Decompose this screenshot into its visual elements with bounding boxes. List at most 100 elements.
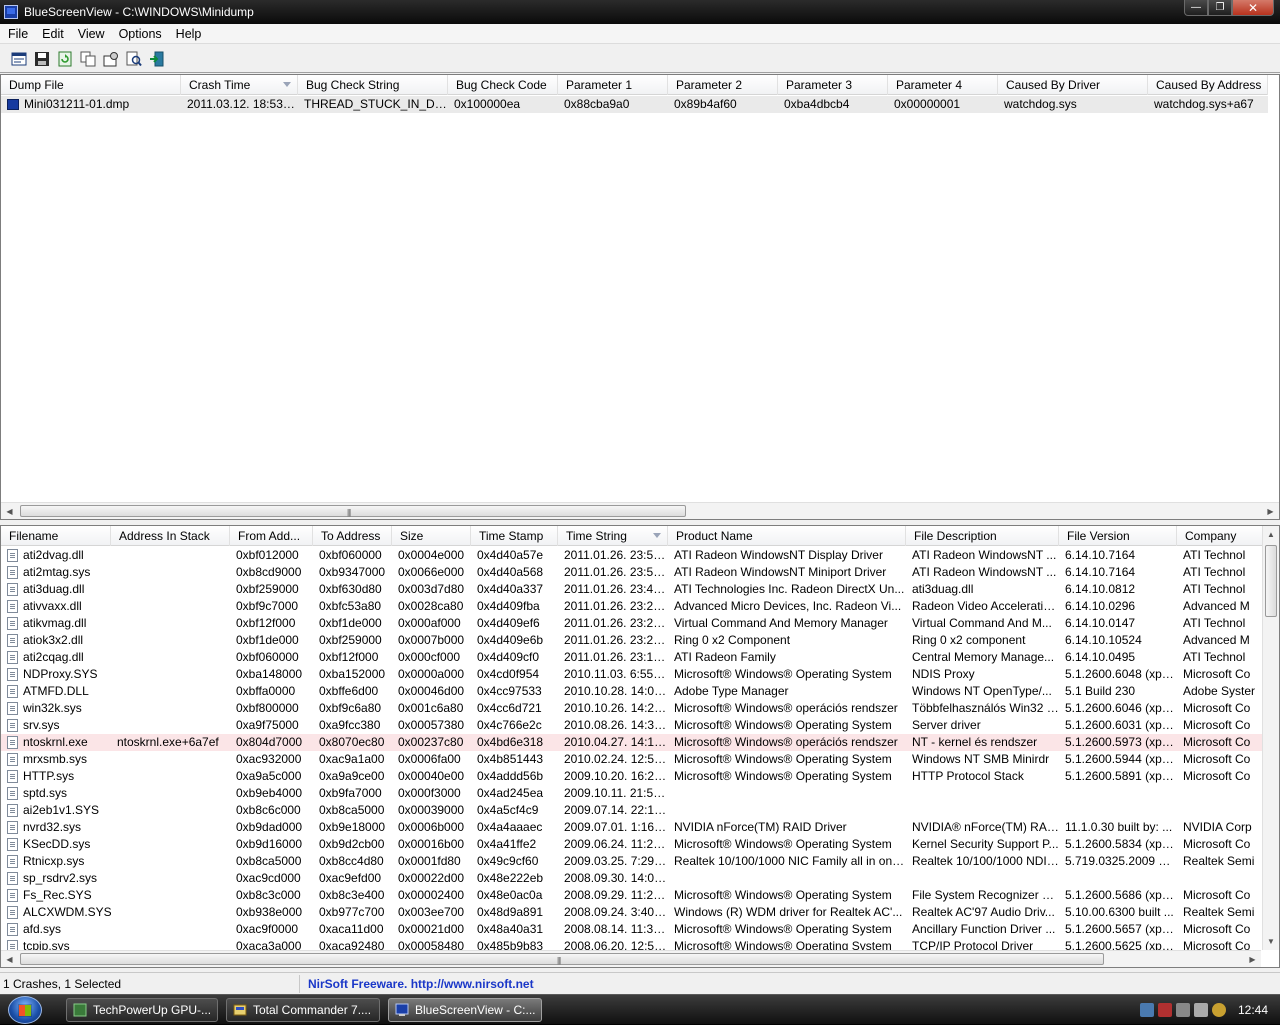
- column-header-product-name[interactable]: Product Name: [668, 526, 906, 546]
- safely-remove-icon[interactable]: [1175, 1003, 1190, 1017]
- table-row[interactable]: afd.sys 0xac9f0000 0xaca11d00 0x00021d00 0x4…: [1, 921, 1267, 938]
- antivirus-icon[interactable]: [1211, 1003, 1226, 1017]
- table-row[interactable]: atiok3x2.dll 0xbf1de000 0xbf259000 0x0007b0…: [1, 632, 1267, 649]
- cell-text: 0xbf060000: [319, 548, 382, 562]
- cell-from-add: 0xbf259000: [230, 581, 313, 598]
- cell-text: Windows NT OpenType/...: [912, 684, 1052, 698]
- refresh-button[interactable]: [54, 48, 76, 70]
- column-header-dump-file[interactable]: Dump File: [1, 75, 181, 95]
- driver-file-icon: [7, 804, 18, 817]
- table-row[interactable]: ati2mtag.sys 0xb8cd9000 0xb9347000 0x0066e0…: [1, 564, 1267, 581]
- task-total-commander[interactable]: Total Commander 7....: [226, 998, 380, 1022]
- column-header-from-add[interactable]: From Add...: [230, 526, 313, 546]
- menu-view[interactable]: View: [70, 27, 111, 41]
- table-row[interactable]: mrxsmb.sys 0xac932000 0xac9a1a00 0x0006fa00…: [1, 751, 1267, 768]
- column-header-time-string[interactable]: Time String: [558, 526, 668, 546]
- cell-to-address: 0xb8cc4d80: [313, 853, 392, 870]
- volume-icon[interactable]: [1193, 1003, 1208, 1017]
- column-header-parameter-2[interactable]: Parameter 2: [668, 75, 778, 95]
- driver-list-hscroll-thumb[interactable]: |||: [20, 953, 1104, 965]
- copy-button[interactable]: [77, 48, 99, 70]
- scroll-right-icon[interactable]: ▶: [1262, 503, 1279, 519]
- start-button[interactable]: [8, 996, 42, 1024]
- table-row[interactable]: KSecDD.sys 0xb9d16000 0xb9d2cb00 0x00016b00…: [1, 836, 1267, 853]
- table-row[interactable]: ativvaxx.dll 0xbf9c7000 0xbfc53a80 0x0028ca…: [1, 598, 1267, 615]
- column-header-company[interactable]: Company: [1177, 526, 1267, 546]
- driver-list-hscrollbar[interactable]: ◀ ||| ▶: [1, 950, 1261, 967]
- table-row[interactable]: Rtnicxp.sys 0xb8ca5000 0xb8cc4d80 0x0001fd8…: [1, 853, 1267, 870]
- table-row[interactable]: Mini031211-01.dmp 2011.03.12. 18:53:08 THR…: [1, 96, 1268, 113]
- task-techpowerup[interactable]: TechPowerUp GPU-...: [66, 998, 218, 1022]
- menu-options[interactable]: Options: [111, 27, 168, 41]
- advanced-options-button[interactable]: [100, 48, 122, 70]
- driver-list-vscrollbar[interactable]: ▲ ▼: [1262, 526, 1279, 950]
- table-row[interactable]: ATMFD.DLL 0xbffa0000 0xbffe6d00 0x00046d00 0…: [1, 683, 1267, 700]
- table-row[interactable]: sptd.sys 0xb9eb4000 0xb9fa7000 0x000f3000 0x…: [1, 785, 1267, 802]
- security-alert-icon[interactable]: [1157, 1003, 1172, 1017]
- column-header-time-stamp[interactable]: Time Stamp: [471, 526, 558, 546]
- column-header-file-version[interactable]: File Version: [1059, 526, 1177, 546]
- cell-to-address: 0xa9fcc380: [313, 717, 392, 734]
- table-row[interactable]: NDProxy.SYS 0xba148000 0xba152000 0x0000a00…: [1, 666, 1267, 683]
- cell-filename: srv.sys: [1, 717, 111, 734]
- driver-file-icon: [7, 719, 18, 732]
- scroll-up-icon[interactable]: ▲: [1263, 526, 1279, 543]
- minimize-button[interactable]: —: [1184, 0, 1208, 16]
- title-bar[interactable]: BlueScreenView - C:\WINDOWS\Minidump — ❐…: [0, 0, 1280, 24]
- clock[interactable]: 12:44: [1238, 1003, 1268, 1017]
- cell-parameter-4: 0x00000001: [888, 96, 998, 113]
- driver-list-vscroll-thumb[interactable]: [1265, 545, 1277, 617]
- scroll-down-icon[interactable]: ▼: [1263, 933, 1279, 950]
- cell-company: Advanced M: [1177, 632, 1267, 649]
- column-header-bug-check-code[interactable]: Bug Check Code: [448, 75, 558, 95]
- table-row[interactable]: ai2eb1v1.SYS 0xb8c6c000 0xb8ca5000 0x000390…: [1, 802, 1267, 819]
- column-header-size[interactable]: Size: [392, 526, 471, 546]
- column-header-caused-by-address[interactable]: Caused By Address: [1148, 75, 1268, 95]
- table-row[interactable]: srv.sys 0xa9f75000 0xa9fcc380 0x00057380 0x4…: [1, 717, 1267, 734]
- scroll-left-icon[interactable]: ◀: [1, 503, 18, 519]
- table-row[interactable]: ati2dvag.dll 0xbf012000 0xbf060000 0x0004e0…: [1, 547, 1267, 564]
- column-header-to-address[interactable]: To Address: [313, 526, 392, 546]
- cell-file-version: 5.1.2600.5891 (xps...: [1059, 768, 1177, 785]
- nirsoft-link[interactable]: NirSoft Freeware. http://www.nirsoft.net: [300, 977, 534, 991]
- properties-button[interactable]: [8, 48, 30, 70]
- dump-list-hscrollbar[interactable]: ◀ ||| ▶: [1, 502, 1279, 519]
- column-header-file-description[interactable]: File Description: [906, 526, 1059, 546]
- table-row[interactable]: ati3duag.dll 0xbf259000 0xbf630d80 0x003d7d…: [1, 581, 1267, 598]
- table-row[interactable]: win32k.sys 0xbf800000 0xbf9c6a80 0x001c6a80…: [1, 700, 1267, 717]
- menu-edit[interactable]: Edit: [34, 27, 70, 41]
- cell-text: 0xb977c700: [319, 905, 385, 919]
- scroll-left-icon[interactable]: ◀: [1, 951, 18, 967]
- cell-file-description: File System Recognizer Dr...: [906, 887, 1059, 904]
- column-header-address-in-stack[interactable]: Address In Stack: [111, 526, 230, 546]
- table-row[interactable]: ALCXWDM.SYS 0xb938e000 0xb977c700 0x003ee70…: [1, 904, 1267, 921]
- column-header-caused-by-driver[interactable]: Caused By Driver: [998, 75, 1148, 95]
- table-row[interactable]: nvrd32.sys 0xb9dad000 0xb9e18000 0x0006b000…: [1, 819, 1267, 836]
- task-bluescreenview[interactable]: BlueScreenView - C:...: [388, 998, 542, 1022]
- save-button[interactable]: [31, 48, 53, 70]
- restore-button[interactable]: ❐: [1208, 0, 1232, 16]
- exit-button[interactable]: [146, 48, 168, 70]
- table-row[interactable]: ati2cqag.dll 0xbf060000 0xbf12f000 0x000cf0…: [1, 649, 1267, 666]
- column-header-bug-check-string[interactable]: Bug Check String: [298, 75, 448, 95]
- menu-help[interactable]: Help: [168, 27, 208, 41]
- table-row[interactable]: sp_rsdrv2.sys 0xac9cd000 0xac9efd00 0x00022…: [1, 870, 1267, 887]
- table-row[interactable]: Fs_Rec.SYS 0xb8c3c000 0xb8c3e400 0x00002400…: [1, 887, 1267, 904]
- cell-time-string: 2009.07.01. 1:16:44: [558, 819, 668, 836]
- column-header-parameter-4[interactable]: Parameter 4: [888, 75, 998, 95]
- scroll-right-icon[interactable]: ▶: [1244, 951, 1261, 967]
- cell-file-version: 5.1.2600.5944 (xps...: [1059, 751, 1177, 768]
- network-icon[interactable]: [1139, 1003, 1154, 1017]
- column-header-crash-time[interactable]: Crash Time: [181, 75, 298, 95]
- find-button[interactable]: [123, 48, 145, 70]
- table-row[interactable]: HTTP.sys 0xa9a5c000 0xa9a9ce00 0x00040e00 0x…: [1, 768, 1267, 785]
- table-row[interactable]: atikvmag.dll 0xbf12f000 0xbf1de000 0x000af0…: [1, 615, 1267, 632]
- table-row[interactable]: ntoskrnl.exe ntoskrnl.exe+6a7ef 0x804d7000…: [1, 734, 1267, 751]
- column-header-parameter-1[interactable]: Parameter 1: [558, 75, 668, 95]
- dump-list-hscroll-thumb[interactable]: |||: [20, 505, 686, 517]
- cell-from-add: 0xbf12f000: [230, 615, 313, 632]
- column-header-parameter-3[interactable]: Parameter 3: [778, 75, 888, 95]
- column-header-filename[interactable]: Filename: [1, 526, 111, 546]
- menu-file[interactable]: File: [0, 27, 34, 41]
- close-button[interactable]: ✕: [1232, 0, 1274, 16]
